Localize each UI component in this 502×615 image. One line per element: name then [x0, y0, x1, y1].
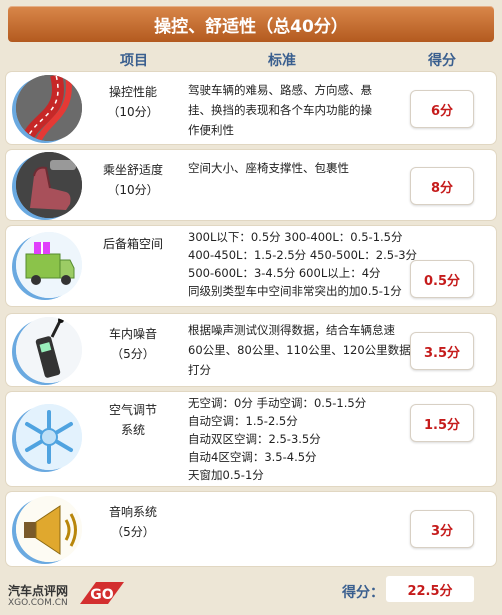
standard-line: 天窗加0.5-1分 — [188, 468, 264, 482]
item-points: （5分） — [111, 347, 155, 361]
total-score-value: 22.5分 — [386, 576, 474, 602]
sound-meter-icon — [16, 317, 82, 383]
row-item-label: 音响系统 （5分） — [92, 502, 174, 542]
standard-line: 空间大小、座椅支撑性、包裹性 — [188, 161, 349, 175]
row-standard-text: 无空调：0分 手动空调：0.5-1.5分 自动空调：1.5-2.5分 自动双区空… — [188, 394, 408, 484]
score-box: 1.5分 — [410, 404, 474, 442]
standard-line: 作便利性 — [188, 123, 234, 137]
section-title: 操控、舒适性（总40分） — [154, 16, 348, 37]
row-item-label: 操控性能 （10分） — [92, 82, 174, 122]
row-standard-text: 300L以下：0.5分 300-400L：0.5-1.5分 400-450L：1… — [188, 228, 418, 300]
logo-badge-icon: GO — [80, 582, 124, 604]
row-standard-text: 空间大小、座椅支撑性、包裹性 — [188, 158, 408, 178]
row-item-label: 空气调节 系统 — [92, 400, 174, 440]
row-item-label: 后备箱空间 — [92, 234, 174, 254]
standard-line: 驾驶车辆的难易、路感、方向感、悬 — [188, 83, 372, 97]
rating-row-audio: 音响系统 （5分） 3分 — [6, 492, 496, 566]
standard-line: 无空调：0分 手动空调：0.5-1.5分 — [188, 396, 367, 410]
standard-line: 自动4区空调：3.5-4.5分 — [188, 450, 317, 464]
snowflake-icon — [16, 404, 82, 470]
site-logo[interactable]: 汽车点评网 XGO.COM.CN GO — [8, 578, 138, 612]
road-curve-icon — [16, 75, 82, 141]
item-points: （10分） — [107, 183, 159, 197]
standard-line: 60公里、80公里、110公里、120公里数据 — [188, 343, 411, 357]
logo-text: 汽车点评网 — [8, 584, 69, 598]
score-box: 3分 — [410, 510, 474, 548]
logo-url: XGO.COM.CN — [8, 598, 68, 608]
section-header: 操控、舒适性（总40分） — [8, 6, 494, 42]
standard-line: 打分 — [188, 363, 211, 377]
item-name: 车内噪音 — [108, 327, 157, 341]
rating-row-noise: 车内噪音 （5分） 根据噪声测试仪测得数据，结合车辆怠速 60公里、80公里、1… — [6, 314, 496, 386]
standard-line: 自动双区空调：2.5-3.5分 — [188, 432, 321, 446]
total-score-label: 得分： — [342, 585, 384, 601]
standard-line: 500-600L：3-4.5分 600L以上：4分 — [188, 266, 381, 280]
standard-line: 300L以下：0.5分 300-400L：0.5-1.5分 — [188, 230, 403, 244]
cargo-truck-icon — [16, 232, 82, 298]
rating-row-air-conditioning: 空气调节 系统 无空调：0分 手动空调：0.5-1.5分 自动空调：1.5-2.… — [6, 392, 496, 486]
column-header-score: 得分 — [428, 53, 456, 69]
standard-line: 挂、换挡的表现和各个车内功能的操 — [188, 103, 372, 117]
item-name: 乘坐舒适度 — [102, 163, 163, 177]
logo-badge-text: GO — [90, 587, 113, 603]
column-header-item: 项目 — [120, 53, 148, 69]
item-name: 后备箱空间 — [102, 237, 163, 251]
score-box: 0.5分 — [410, 260, 474, 298]
item-points: （10分） — [107, 105, 159, 119]
row-item-label: 车内噪音 （5分） — [92, 324, 174, 364]
score-box: 6分 — [410, 90, 474, 128]
rating-row-handling: 操控性能 （10分） 驾驶车辆的难易、路感、方向感、悬 挂、换挡的表现和各个车内… — [6, 72, 496, 144]
column-header-standard: 标准 — [268, 53, 296, 69]
standard-line: 400-450L：1.5-2.5分 450-500L：2.5-3分 — [188, 248, 418, 262]
item-name: 音响系统 — [108, 505, 157, 519]
rating-row-trunk: 后备箱空间 300L以下：0.5分 300-400L：0.5-1.5分 400-… — [6, 226, 496, 306]
item-name: 操控性能 — [108, 85, 157, 99]
rating-row-comfort: 乘坐舒适度 （10分） 空间大小、座椅支撑性、包裹性 8分 — [6, 150, 496, 220]
item-name: 空气调节 — [108, 403, 157, 417]
row-standard-text: 根据噪声测试仪测得数据，结合车辆怠速 60公里、80公里、110公里、120公里… — [188, 320, 411, 380]
standard-line: 自动空调：1.5-2.5分 — [188, 414, 298, 428]
score-box: 3.5分 — [410, 332, 474, 370]
speaker-icon — [16, 496, 82, 562]
standard-line: 根据噪声测试仪测得数据，结合车辆怠速 — [188, 323, 395, 337]
score-box: 8分 — [410, 167, 474, 205]
row-item-label: 乘坐舒适度 （10分） — [92, 160, 174, 200]
row-standard-text: 驾驶车辆的难易、路感、方向感、悬 挂、换挡的表现和各个车内功能的操 作便利性 — [188, 80, 408, 140]
item-points: 系统 — [120, 423, 145, 437]
standard-line: 同级别类型车中空间非常突出的加0.5-1分 — [188, 284, 402, 298]
item-points: （5分） — [111, 525, 155, 539]
car-seat-icon — [16, 152, 82, 218]
